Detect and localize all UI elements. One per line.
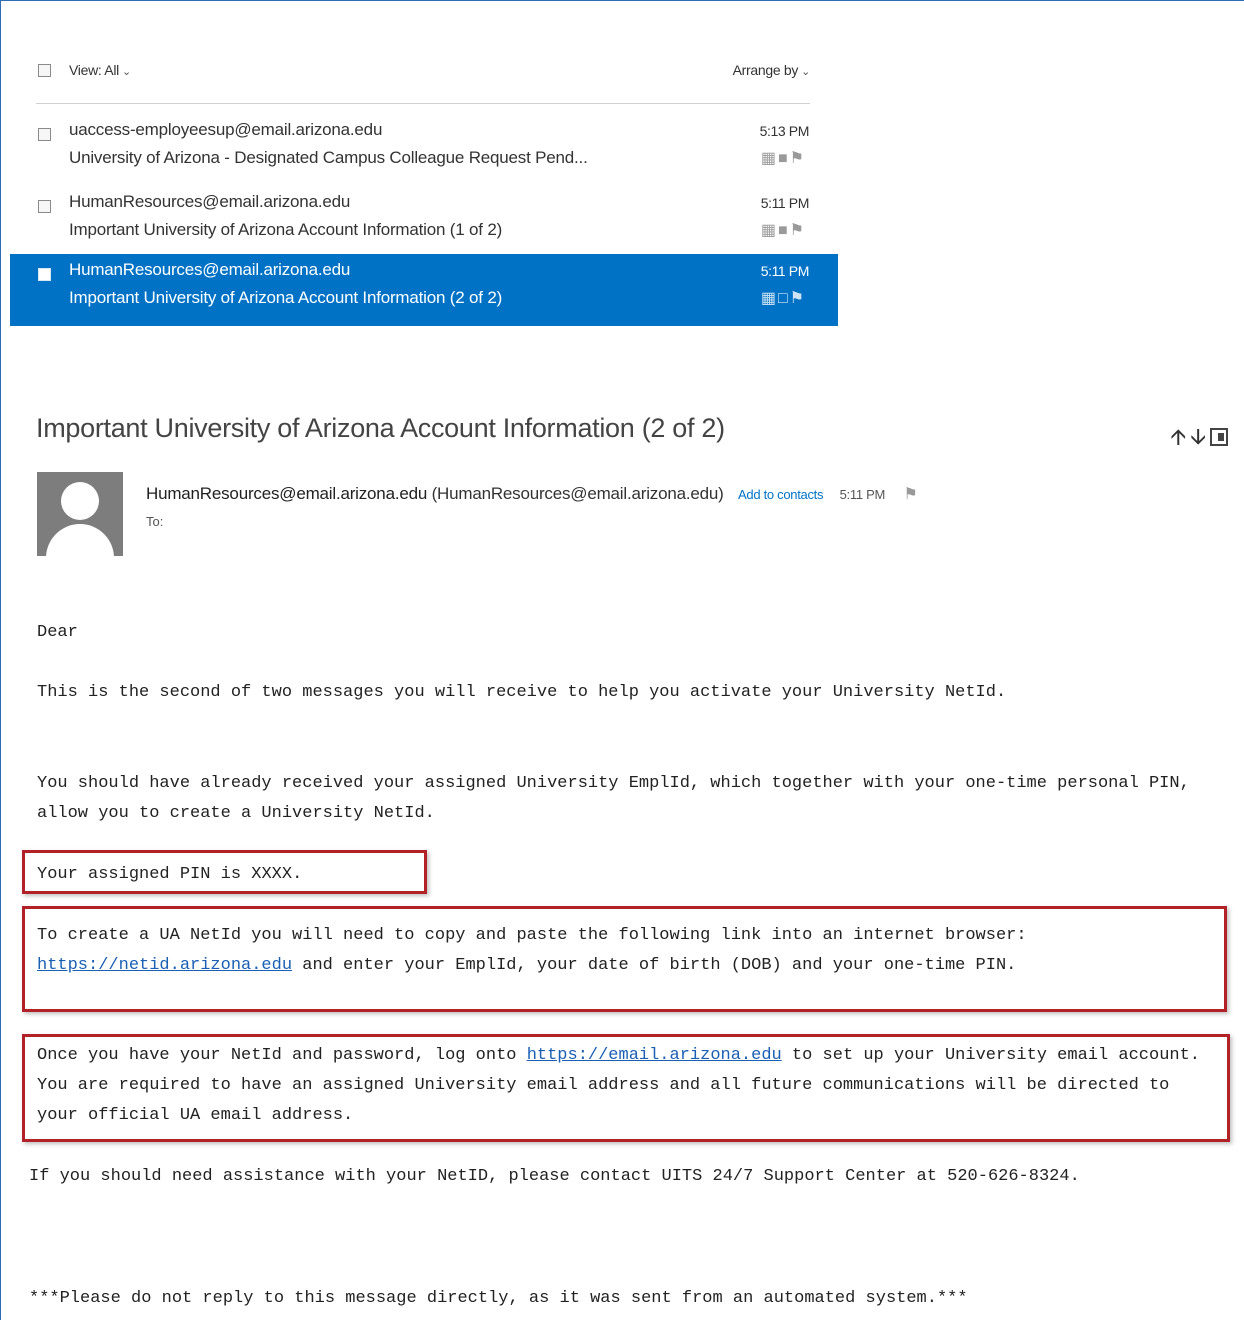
message-sender: HumanResources@email.arizona.edu — [69, 260, 351, 279]
message-time: 5:13 PM — [759, 123, 810, 139]
reading-pane-subject: Important University of Arizona Account … — [36, 413, 725, 443]
row-actions: ▦□⚑ — [761, 288, 806, 308]
window-border-left — [0, 0, 1, 1320]
email-link[interactable]: https://email.arizona.edu — [527, 1046, 782, 1065]
flag-icon[interactable]: ⚑ — [790, 222, 806, 239]
chevron-down-icon: ⌄ — [801, 66, 810, 78]
list-divider — [36, 103, 810, 104]
message-subject: Important University of Arizona Account … — [69, 220, 503, 239]
create-text-after: and enter your EmplId, your date of birt… — [292, 956, 1017, 975]
add-to-contacts-link[interactable]: Add to contacts — [738, 487, 823, 502]
body-paragraph-no-reply: ***Please do not reply to this message d… — [29, 1289, 968, 1308]
sweep-icon[interactable]: ▦ — [761, 222, 778, 239]
message-list-header: View: All ⌄ Arrange by ⌄ — [36, 58, 810, 88]
message-received-time: 5:11 PM — [839, 487, 886, 502]
message-subject: University of Arizona - Designated Campu… — [69, 148, 588, 167]
message-checkbox[interactable] — [38, 128, 51, 141]
pin-prefix: Your assigned PIN is — [37, 865, 252, 884]
body-paragraph-received: You should have already received your as… — [37, 774, 1190, 823]
avatar-body-shape — [46, 524, 114, 556]
body-paragraph-intro: This is the second of two messages you w… — [37, 683, 1007, 702]
message-subject: Important University of Arizona Account … — [69, 288, 503, 307]
message-checkbox[interactable] — [38, 200, 51, 213]
sweep-icon[interactable]: ▦ — [761, 290, 778, 307]
chevron-down-icon: ⌄ — [121, 66, 131, 78]
body-paragraph-assistance: If you should need assistance with your … — [29, 1167, 1080, 1186]
flag-icon[interactable]: ⚑ — [790, 150, 806, 167]
reading-pane-nav: 🡩🡫 — [1170, 420, 1228, 458]
create-text-before: To create a UA NetId you will need to co… — [37, 926, 1027, 945]
down-arrow-icon[interactable]: 🡫 — [1190, 424, 1210, 449]
row-actions: ▦■⚑ — [761, 148, 806, 168]
avatar-head-shape — [61, 482, 99, 520]
body-paragraph-create-netid: To create a UA NetId you will need to co… — [37, 921, 1217, 981]
message-checkbox[interactable] — [38, 268, 51, 281]
body-paragraph-email-setup: Once you have your NetId and password, l… — [37, 1041, 1217, 1131]
window-border-top — [0, 0, 1244, 1]
once-text-before: Once you have your NetId and password, l… — [37, 1046, 527, 1065]
sender-display-address: (HumanResources@email.arizona.edu) — [431, 484, 724, 503]
message-sender: HumanResources@email.arizona.edu — [69, 192, 351, 211]
delete-icon[interactable]: ■ — [778, 222, 790, 239]
flag-icon[interactable]: ⚑ — [903, 486, 917, 503]
message-list-item-selected[interactable]: HumanResources@email.arizona.edu Importa… — [10, 254, 838, 326]
netid-link[interactable]: https://netid.arizona.edu — [37, 956, 292, 975]
flag-icon[interactable]: ⚑ — [790, 290, 806, 307]
pin-suffix: . — [292, 865, 303, 884]
delete-icon[interactable]: ■ — [778, 150, 790, 167]
delete-icon[interactable]: □ — [778, 290, 790, 307]
avatar — [37, 472, 123, 556]
select-all-checkbox[interactable] — [38, 64, 51, 77]
body-paragraph-pin: Your assigned PIN is XXXX. — [37, 860, 302, 890]
message-list-item[interactable]: HumanResources@email.arizona.edu Importa… — [10, 186, 838, 258]
arrange-by-dropdown[interactable]: Arrange by ⌄ — [732, 62, 811, 78]
to-label: To: — [146, 514, 164, 529]
sweep-icon[interactable]: ▦ — [761, 150, 778, 167]
view-filter-label: View: All — [69, 62, 119, 78]
row-actions: ▦■⚑ — [761, 220, 806, 240]
popout-icon[interactable] — [1210, 428, 1228, 446]
message-time: 5:11 PM — [760, 263, 810, 279]
body-greeting: Dear — [37, 623, 78, 642]
pin-value: XXXX — [251, 865, 293, 884]
message-sender: uaccess-employeesup@email.arizona.edu — [69, 120, 383, 139]
sender-line: HumanResources@email.arizona.edu (HumanR… — [146, 484, 918, 504]
arrange-by-label: Arrange by — [732, 62, 799, 78]
view-filter-dropdown[interactable]: View: All ⌄ — [69, 62, 131, 78]
up-arrow-icon[interactable]: 🡩 — [1170, 424, 1190, 449]
message-list-item[interactable]: uaccess-employeesup@email.arizona.edu Un… — [10, 114, 838, 186]
sender-address[interactable]: HumanResources@email.arizona.edu — [146, 484, 427, 503]
message-time: 5:11 PM — [760, 195, 810, 211]
